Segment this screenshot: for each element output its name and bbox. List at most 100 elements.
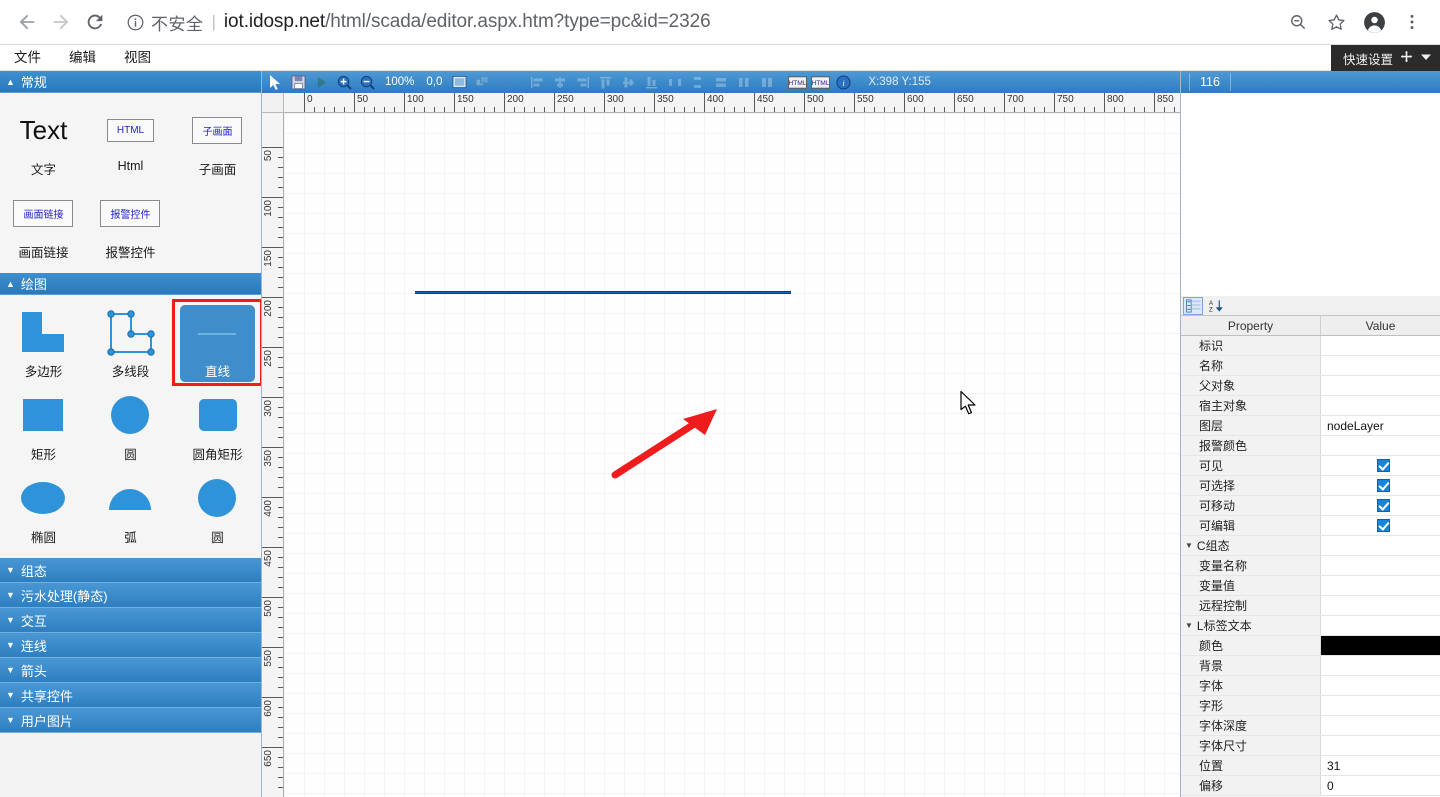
property-value[interactable]: [1321, 396, 1440, 415]
tool-text[interactable]: Text 文字: [0, 99, 87, 182]
tool-alarm-widget[interactable]: 报警控件 报警控件: [87, 182, 174, 265]
property-value[interactable]: [1321, 596, 1440, 615]
property-value[interactable]: 31: [1321, 756, 1440, 775]
menu-file[interactable]: 文件: [0, 45, 55, 71]
menu-edit[interactable]: 编辑: [55, 45, 110, 71]
tool-straight-line[interactable]: 直线: [174, 301, 261, 384]
html-import-icon[interactable]: HTML: [810, 73, 831, 92]
info-circle-icon[interactable]: [126, 13, 145, 32]
sort-alpha-icon[interactable]: A Z: [1205, 297, 1225, 315]
property-row[interactable]: 可移动: [1181, 496, 1440, 516]
property-row[interactable]: ▼L标签文本: [1181, 616, 1440, 636]
same-height-icon[interactable]: [733, 73, 754, 92]
triangle-down-icon[interactable]: ▼: [1185, 616, 1193, 635]
html-export-icon[interactable]: HTML: [787, 73, 808, 92]
address-bar[interactable]: 不安全 | iot.idosp.net/html/scada/editor.as…: [120, 7, 1274, 37]
property-value[interactable]: [1321, 736, 1440, 755]
same-width-icon[interactable]: [710, 73, 731, 92]
property-row[interactable]: 位置31: [1181, 756, 1440, 776]
zoom-out-icon[interactable]: [1280, 4, 1316, 40]
checkbox-checked-icon[interactable]: [1377, 499, 1390, 512]
zoom-out-icon[interactable]: [357, 73, 378, 92]
save-icon[interactable]: [288, 73, 309, 92]
align-right-icon[interactable]: [572, 73, 593, 92]
palette-section-drawing-header[interactable]: ▲ 绘图: [0, 273, 261, 295]
palette-section-arrow[interactable]: ▼ 箭头: [0, 658, 261, 683]
property-value[interactable]: [1321, 616, 1440, 635]
fit-screen-icon[interactable]: [449, 73, 470, 92]
property-value[interactable]: [1321, 476, 1440, 495]
property-value[interactable]: [1321, 696, 1440, 715]
same-size-icon[interactable]: [756, 73, 777, 92]
property-row[interactable]: 宿主对象: [1181, 396, 1440, 416]
property-value[interactable]: [1321, 576, 1440, 595]
property-row[interactable]: 父对象: [1181, 376, 1440, 396]
property-row[interactable]: 背景: [1181, 656, 1440, 676]
distribute-h-icon[interactable]: [664, 73, 685, 92]
color-swatch[interactable]: [1321, 636, 1440, 655]
property-panel-tab[interactable]: 116: [1189, 73, 1231, 91]
property-row[interactable]: 字体尺寸: [1181, 736, 1440, 756]
triangle-down-icon[interactable]: ▼: [1185, 536, 1193, 555]
back-arrow-icon[interactable]: [10, 5, 44, 39]
property-value[interactable]: [1321, 716, 1440, 735]
drawing-canvas[interactable]: [284, 113, 1180, 797]
property-row[interactable]: 可见: [1181, 456, 1440, 476]
align-middle-icon[interactable]: [618, 73, 639, 92]
property-value[interactable]: [1321, 536, 1440, 555]
tool-rectangle[interactable]: 矩形: [0, 384, 87, 467]
distribute-v-icon[interactable]: [687, 73, 708, 92]
group-icon[interactable]: [472, 73, 493, 92]
palette-section-sewage-static[interactable]: ▼ 污水处理(静态): [0, 583, 261, 608]
tool-html[interactable]: HTML Html: [87, 99, 174, 182]
tool-screen-link[interactable]: 画面链接 画面链接: [0, 182, 87, 265]
tool-polyline[interactable]: 多线段: [87, 301, 174, 384]
zoom-in-icon[interactable]: [334, 73, 355, 92]
property-value[interactable]: [1321, 636, 1440, 655]
run-play-icon[interactable]: [311, 73, 332, 92]
bookmark-star-icon[interactable]: [1318, 4, 1354, 40]
property-value[interactable]: [1321, 436, 1440, 455]
property-value[interactable]: 0: [1321, 776, 1440, 795]
property-value[interactable]: [1321, 336, 1440, 355]
palette-section-interaction[interactable]: ▼ 交互: [0, 608, 261, 633]
drawn-line-object[interactable]: [415, 291, 791, 294]
reload-icon[interactable]: [78, 5, 112, 39]
property-value[interactable]: [1321, 516, 1440, 535]
info-icon[interactable]: i: [833, 73, 854, 92]
property-value[interactable]: [1321, 376, 1440, 395]
property-value[interactable]: [1321, 356, 1440, 375]
chrome-menu-icon[interactable]: [1394, 4, 1430, 40]
tool-subscreen[interactable]: 子画面 子画面: [174, 99, 261, 182]
align-center-icon[interactable]: [549, 73, 570, 92]
property-value[interactable]: [1321, 556, 1440, 575]
palette-section-shared-widgets[interactable]: ▼ 共享控件: [0, 683, 261, 708]
move-cross-icon[interactable]: [1400, 50, 1413, 66]
property-row[interactable]: 标识: [1181, 336, 1440, 356]
property-row[interactable]: 远程控制: [1181, 596, 1440, 616]
categorize-icon[interactable]: [1183, 297, 1203, 315]
property-row[interactable]: 字体: [1181, 676, 1440, 696]
palette-section-general-header[interactable]: ▲ 常规: [0, 71, 261, 93]
property-row[interactable]: ▼C组态: [1181, 536, 1440, 556]
tool-arc[interactable]: 弧: [87, 467, 174, 550]
select-cursor-tool[interactable]: [265, 73, 286, 92]
property-row[interactable]: 变量值: [1181, 576, 1440, 596]
property-row[interactable]: 可编辑: [1181, 516, 1440, 536]
tool-circle-2[interactable]: 圆: [174, 467, 261, 550]
palette-section-connector[interactable]: ▼ 连线: [0, 633, 261, 658]
palette-section-user-images[interactable]: ▼ 用户图片: [0, 708, 261, 733]
palette-section-configuration[interactable]: ▼ 组态: [0, 558, 261, 583]
property-row[interactable]: 可选择: [1181, 476, 1440, 496]
checkbox-checked-icon[interactable]: [1377, 459, 1390, 472]
profile-avatar-icon[interactable]: [1356, 4, 1392, 40]
property-value[interactable]: nodeLayer: [1321, 416, 1440, 435]
ungroup-icon[interactable]: [495, 73, 516, 92]
property-value[interactable]: [1321, 656, 1440, 675]
tool-circle[interactable]: 圆: [87, 384, 174, 467]
property-row[interactable]: 变量名称: [1181, 556, 1440, 576]
align-bottom-icon[interactable]: [641, 73, 662, 92]
checkbox-checked-icon[interactable]: [1377, 519, 1390, 532]
property-row[interactable]: 字形: [1181, 696, 1440, 716]
property-row[interactable]: 颜色: [1181, 636, 1440, 656]
